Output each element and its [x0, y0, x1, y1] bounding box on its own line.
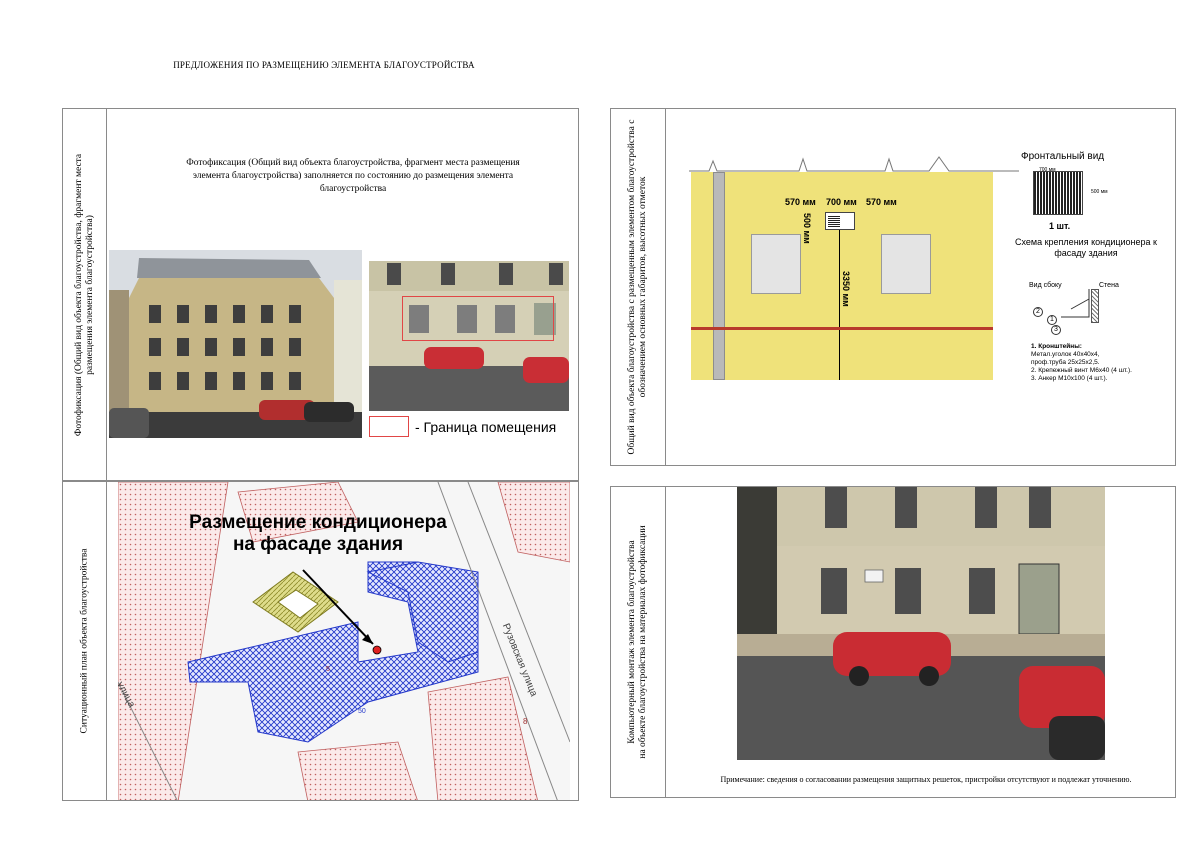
map-title: Размещение кондиционера на фасаде здания: [118, 512, 518, 556]
photo-fixation-panel: Фотофиксация (Общий вид объекта благоуст…: [62, 108, 579, 481]
montage-panel-side-text: Компьютерный монтаж элемента благоустрой…: [627, 525, 649, 758]
window-left: [751, 234, 801, 294]
montage-side-line: на объекте благоустройства на материалах…: [638, 525, 648, 759]
mounting-notes: 1. Кронштейны: Метал.уголок 40х40х4, про…: [1031, 343, 1132, 383]
air-conditioner-unit: [825, 212, 855, 230]
photo-panel-description: Фотофиксация (Общий вид объекта благоуст…: [186, 158, 520, 194]
house-number: 5: [326, 666, 330, 673]
facade-panel-side-label: Общий вид объекта благоустройства с разм…: [611, 109, 666, 465]
height-dimension-line: [839, 230, 840, 380]
wall-label: Стена: [1099, 282, 1119, 289]
room-fragment-photo: [369, 261, 569, 411]
callout-1: 1: [1047, 315, 1057, 325]
callout-3: 3: [1051, 325, 1061, 335]
room-boundary-frame: [402, 296, 554, 341]
note-line: Метал.уголок 40х40х4,: [1031, 351, 1100, 358]
map-title-line: Размещение кондиционера: [189, 512, 447, 533]
callout-2: 2: [1033, 307, 1043, 317]
dim-vertical-small: 500 мм: [802, 213, 812, 244]
facade-panel-side-text: Общий вид объекта благоустройства с разм…: [627, 119, 648, 455]
building-overview-photo: [109, 250, 362, 438]
dim-right: 570 мм: [866, 197, 897, 207]
front-view-title: Фронтальный вид: [1021, 151, 1105, 162]
document-title: ПРЕДЛОЖЕНИЯ ПО РАЗМЕЩЕНИЮ ЭЛЕМЕНТА БЛАГО…: [173, 60, 475, 70]
montage-panel-side-label: Компьютерный монтаж элемента благоустрой…: [611, 487, 666, 797]
dim-left: 570 мм: [785, 197, 816, 207]
window-right: [881, 234, 931, 294]
map-title-line: на фасаде здания: [232, 534, 404, 555]
facade-drawing-panel: Общий вид объекта благоустройства с разм…: [610, 108, 1176, 466]
situational-plan-panel: Ситуационный план объекта благоустройств…: [62, 481, 579, 801]
note-line: проф.труба 25х25х2,5.: [1031, 359, 1100, 366]
plan-panel-side-text: Ситуационный план объекта благоустройств…: [79, 548, 89, 734]
note-line: 3. Анкер М10х100 (4 шт.).: [1031, 375, 1108, 382]
dim-middle: 700 мм: [826, 197, 857, 207]
photo-panel-side-text: Фотофиксация (Общий вид объекта благоуст…: [73, 153, 95, 436]
facade-break-line: [689, 156, 1019, 172]
computer-montage-panel: Компьютерный монтаж элемента благоустрой…: [610, 486, 1176, 798]
house-number: 8: [523, 717, 528, 726]
facade-stripe: [691, 327, 993, 330]
photo-panel-side-label: Фотофиксация (Общий вид объекта благоуст…: [63, 109, 107, 480]
unit-quantity: 1 шт.: [1049, 221, 1071, 231]
site-map: Размещение кондиционера на фасаде здания…: [118, 482, 570, 800]
montage-photo: [737, 487, 1105, 760]
house-number: 50: [358, 708, 366, 715]
boundary-legend-label: - Граница помещения: [415, 419, 557, 435]
plan-panel-side-label: Ситуационный план объекта благоустройств…: [63, 482, 107, 800]
note-line: 1. Кронштейны:: [1031, 343, 1082, 350]
unit-front-view: [1033, 171, 1083, 215]
montage-note: Примечание: сведения о согласовании разм…: [720, 775, 1132, 784]
note-line: 2. Крепежный винт М6х40 (4 шт.).: [1031, 367, 1132, 374]
mounting-scheme-title: Схема крепления кондиционера к фасаду зд…: [1015, 237, 1157, 258]
montage-side-line: Компьютерный монтаж элемента благоустрой…: [627, 540, 637, 744]
boundary-legend-swatch: [369, 416, 409, 437]
unit-details: Фронтальный вид 700 мм 500 мм 1 шт. Схем…: [1011, 109, 1171, 465]
dim-vertical-height: 3350 мм: [841, 271, 851, 307]
drain-pipe: [713, 172, 725, 380]
front-height-label: 500 мм: [1091, 189, 1108, 195]
